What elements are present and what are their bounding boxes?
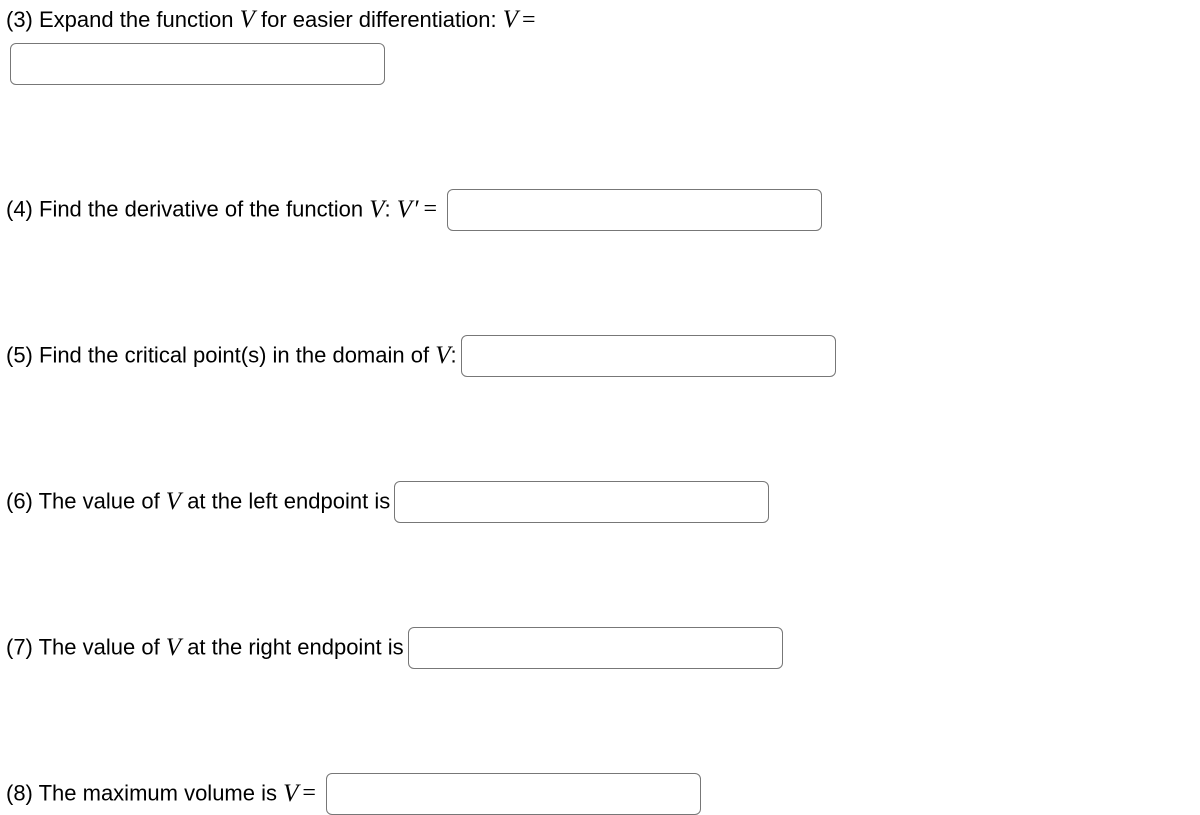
question-8-answer-input[interactable] — [326, 773, 701, 815]
question-5-text-pre: (5) Find the critical point(s) in the do… — [6, 342, 435, 367]
question-7-symbol: V — [166, 633, 181, 660]
question-4-answer-input[interactable] — [447, 189, 822, 231]
question-5-sep: : — [450, 342, 456, 367]
question-4: (4) Find the derivative of the function … — [6, 189, 1194, 231]
question-7-answer-input[interactable] — [408, 627, 783, 669]
question-3: (3) Expand the function V for easier dif… — [6, 4, 1194, 85]
question-7-text-post: at the right endpoint is — [181, 634, 404, 659]
question-3-symbol: V — [240, 6, 255, 33]
question-4-lhs: V′ — [397, 195, 420, 222]
question-3-text-post: for easier differentiation: — [255, 7, 503, 32]
question-3-text-pre: (3) Expand the function — [6, 7, 240, 32]
question-3-answer-input[interactable] — [10, 43, 385, 85]
question-4-equals: = — [419, 196, 443, 222]
question-8-lhs: V — [283, 779, 298, 806]
question-4-symbol: V — [369, 195, 384, 222]
question-6: (6) The value of V at the left endpoint … — [6, 481, 1194, 523]
question-8: (8) The maximum volume is V= — [6, 773, 1194, 815]
question-8-equals: = — [298, 780, 322, 806]
question-3-input-row — [6, 43, 1194, 85]
question-7-text-pre: (7) The value of — [6, 634, 166, 659]
question-3-lhs: V — [503, 6, 518, 33]
question-6-answer-input[interactable] — [394, 481, 769, 523]
question-5: (5) Find the critical point(s) in the do… — [6, 335, 1194, 377]
question-8-text-pre: (8) The maximum volume is — [6, 780, 283, 805]
question-7: (7) The value of V at the right endpoint… — [6, 627, 1194, 669]
question-4-text-pre: (4) Find the derivative of the function — [6, 196, 369, 221]
question-6-symbol: V — [166, 487, 181, 514]
question-6-text-post: at the left endpoint is — [181, 488, 390, 513]
question-5-symbol: V — [435, 341, 450, 368]
question-5-answer-input[interactable] — [461, 335, 836, 377]
question-4-sep: : — [384, 196, 396, 221]
worksheet-container: (3) Expand the function V for easier dif… — [0, 0, 1200, 815]
question-3-equals: = — [518, 7, 542, 33]
question-6-text-pre: (6) The value of — [6, 488, 166, 513]
